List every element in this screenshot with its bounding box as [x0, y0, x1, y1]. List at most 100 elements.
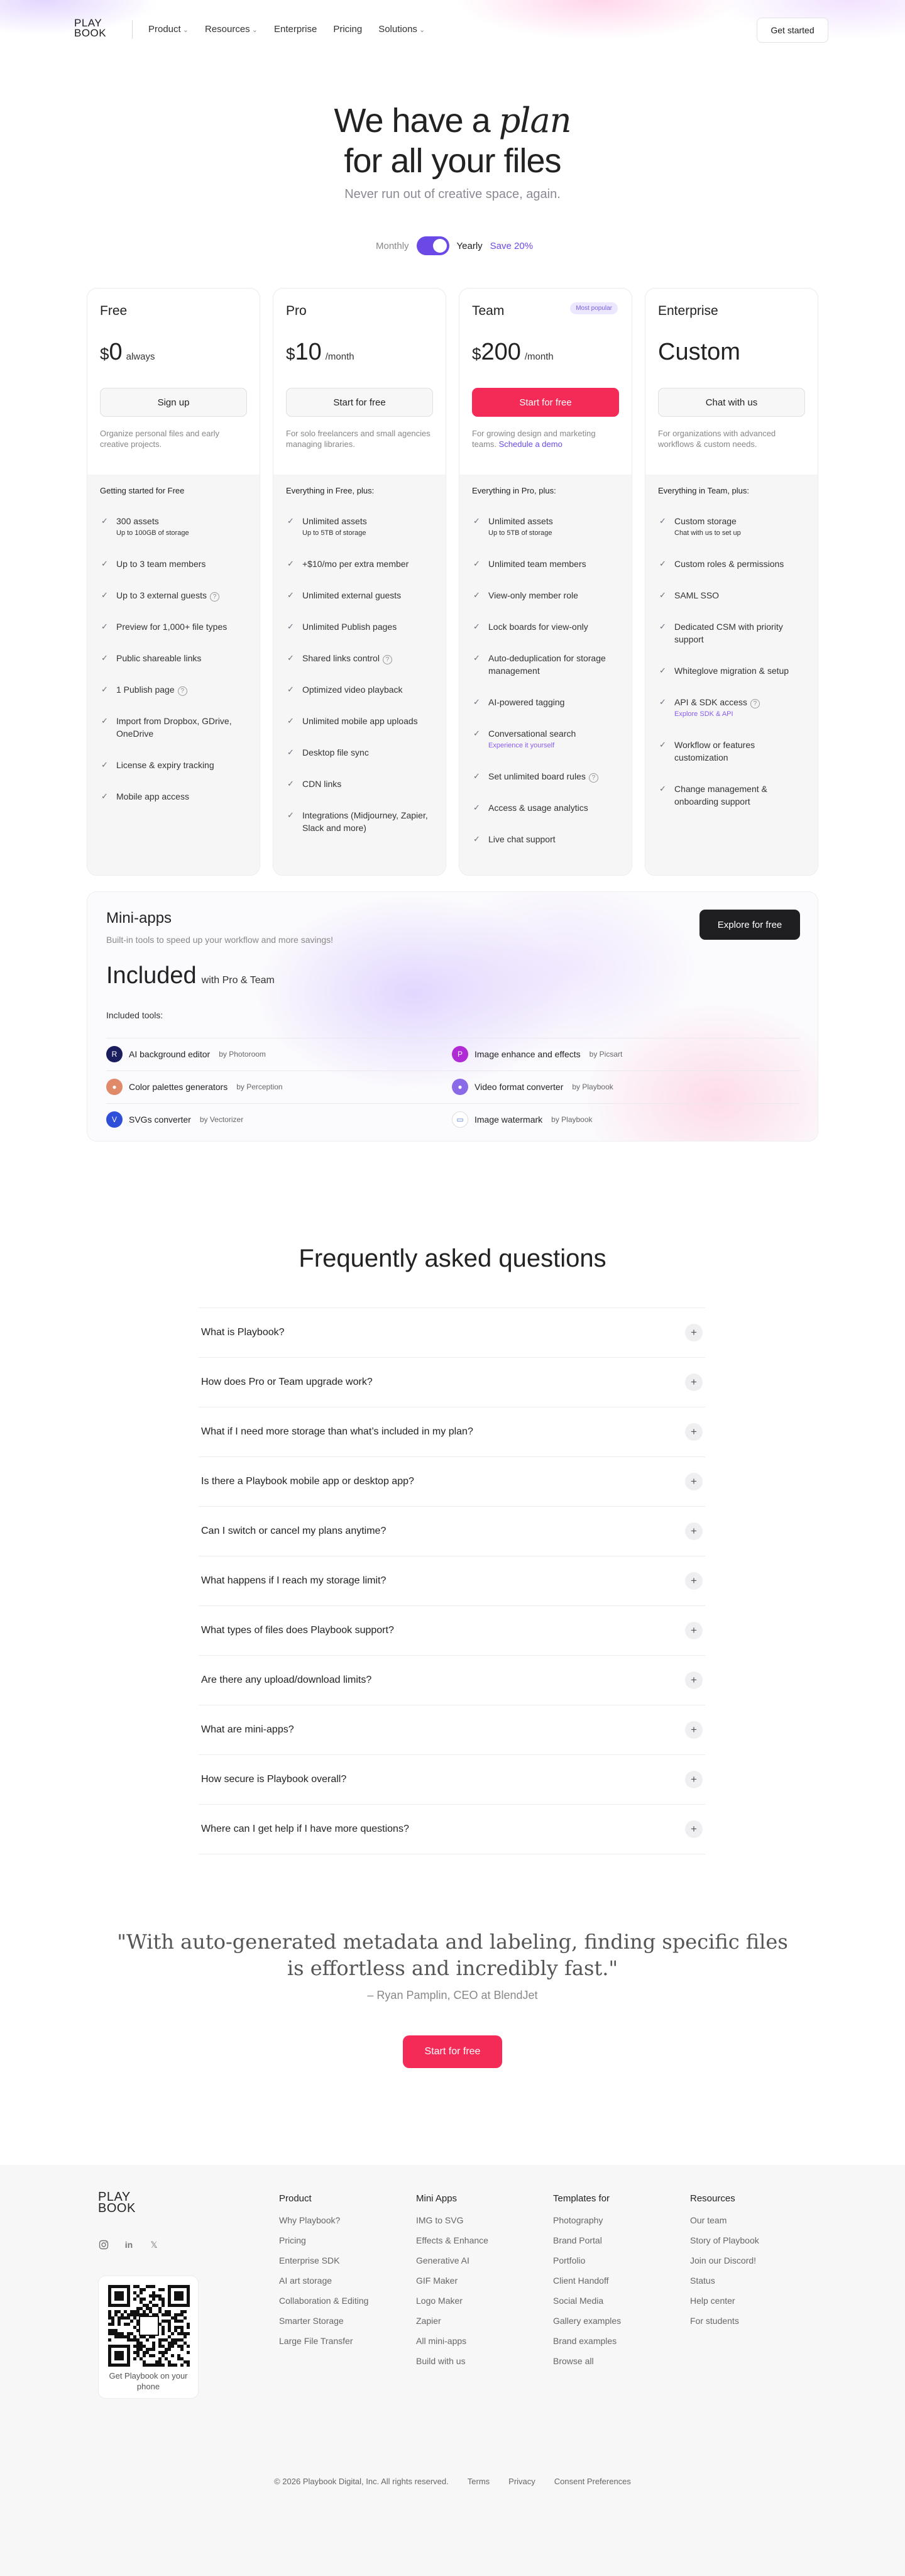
nav-enterprise[interactable]: Enterprise: [274, 24, 317, 35]
feature-text: Up to 3 external guests: [116, 590, 207, 600]
mini-apps-card: Mini-apps Built-in tools to speed up you…: [87, 891, 818, 1142]
feature-item: Unlimited team members: [472, 558, 620, 570]
faq-item[interactable]: What if I need more storage than what’s …: [199, 1407, 705, 1456]
footer-link[interactable]: Gallery examples: [553, 2316, 621, 2326]
plus-icon[interactable]: +: [685, 1721, 703, 1739]
sign-up-button[interactable]: Sign up: [100, 388, 247, 417]
faq-item[interactable]: What are mini-apps? +: [199, 1705, 705, 1754]
feature-text: Set unlimited board rules: [488, 771, 586, 781]
faq-item[interactable]: What happens if I reach my storage limit…: [199, 1556, 705, 1605]
info-icon[interactable]: ?: [177, 686, 187, 696]
feature-subtext: Up to 5TB of storage: [488, 529, 552, 537]
nav-product[interactable]: Product: [148, 24, 189, 35]
footer-link[interactable]: Help center: [690, 2296, 759, 2306]
plus-icon[interactable]: +: [685, 1622, 703, 1639]
get-started-button[interactable]: Get started: [757, 18, 828, 43]
footer-link[interactable]: Pricing: [279, 2235, 368, 2245]
plus-icon[interactable]: +: [685, 1473, 703, 1490]
tool-item[interactable]: ▭ Image watermark by Playbook: [452, 1111, 593, 1128]
plus-icon[interactable]: +: [685, 1771, 703, 1788]
tool-icon: V: [106, 1111, 123, 1128]
footer-column-title: Mini Apps: [416, 2193, 458, 2204]
footer-link[interactable]: Zapier: [416, 2316, 488, 2326]
plus-icon[interactable]: +: [685, 1423, 703, 1441]
legal-link[interactable]: Terms: [468, 2477, 490, 2486]
footer-link[interactable]: Brand examples: [553, 2336, 621, 2346]
faq-item[interactable]: How does Pro or Team upgrade work? +: [199, 1357, 705, 1407]
tool-item[interactable]: ● Video format converter by Playbook: [452, 1079, 613, 1095]
footer-link[interactable]: Effects & Enhance: [416, 2235, 488, 2245]
info-icon[interactable]: ?: [588, 773, 598, 783]
yearly-label[interactable]: Yearly: [457, 241, 483, 251]
footer-link[interactable]: Our team: [690, 2215, 759, 2225]
chat-with-us-button[interactable]: Chat with us: [658, 388, 805, 417]
footer-link[interactable]: GIF Maker: [416, 2276, 488, 2286]
faq-item[interactable]: Where can I get help if I have more ques…: [199, 1804, 705, 1854]
plus-icon[interactable]: +: [685, 1522, 703, 1540]
footer-link[interactable]: Status: [690, 2276, 759, 2286]
plus-icon[interactable]: +: [685, 1572, 703, 1590]
footer-link[interactable]: Generative AI: [416, 2255, 488, 2265]
tool-item[interactable]: R AI background editor by Photoroom: [106, 1046, 266, 1062]
footer-link[interactable]: For students: [690, 2316, 759, 2326]
faq-item[interactable]: Can I switch or cancel my plans anytime?…: [199, 1506, 705, 1556]
tool-item[interactable]: P Image enhance and effects by Picsart: [452, 1046, 622, 1062]
legal-link[interactable]: Privacy: [508, 2477, 535, 2486]
footer-link[interactable]: Client Handoff: [553, 2276, 621, 2286]
faq-item[interactable]: What is Playbook? +: [199, 1307, 705, 1357]
info-icon[interactable]: ?: [750, 699, 760, 708]
footer-link[interactable]: Browse all: [553, 2356, 621, 2366]
nav-solutions[interactable]: Solutions: [378, 24, 425, 35]
schedule-demo-link[interactable]: Schedule a demo: [499, 439, 562, 449]
footer-link[interactable]: Collaboration & Editing: [279, 2296, 368, 2306]
monthly-label[interactable]: Monthly: [376, 241, 409, 251]
plus-icon[interactable]: +: [685, 1671, 703, 1689]
team-start-button[interactable]: Start for free: [472, 388, 619, 417]
footer-link[interactable]: Enterprise SDK: [279, 2255, 368, 2265]
footer-link[interactable]: AI art storage: [279, 2276, 368, 2286]
faq-item[interactable]: What types of files does Playbook suppor…: [199, 1605, 705, 1655]
pro-start-button[interactable]: Start for free: [286, 388, 433, 417]
footer-link[interactable]: IMG to SVG: [416, 2215, 488, 2225]
instagram-icon[interactable]: [98, 2239, 109, 2250]
plus-icon[interactable]: +: [685, 1324, 703, 1341]
info-icon[interactable]: ?: [209, 592, 219, 602]
footer-link[interactable]: Join our Discord!: [690, 2255, 759, 2265]
faq-item[interactable]: How secure is Playbook overall? +: [199, 1754, 705, 1804]
plus-icon[interactable]: +: [685, 1820, 703, 1838]
footer-link[interactable]: Photography: [553, 2215, 621, 2225]
feature-subtext[interactable]: Explore SDK & API: [674, 708, 806, 720]
faq-item[interactable]: Is there a Playbook mobile app or deskto…: [199, 1456, 705, 1506]
faq-item[interactable]: Are there any upload/download limits? +: [199, 1655, 705, 1705]
nav-resources[interactable]: Resources: [205, 24, 258, 35]
footer-link[interactable]: Build with us: [416, 2356, 488, 2366]
playbook-logo[interactable]: PLAY BOOK: [74, 18, 106, 38]
footer-link[interactable]: Smarter Storage: [279, 2316, 368, 2326]
tool-item[interactable]: V SVGs converter by Vectorizer: [106, 1111, 243, 1128]
footer-link[interactable]: Large File Transfer: [279, 2336, 368, 2346]
tool-item[interactable]: ● Color palettes generators by Perception: [106, 1079, 283, 1095]
explore-for-free-button[interactable]: Explore for free: [699, 910, 800, 940]
footer-link[interactable]: Portfolio: [553, 2255, 621, 2265]
plus-icon[interactable]: +: [685, 1373, 703, 1391]
feature-text: Conversational search: [488, 729, 576, 739]
footer-link[interactable]: Why Playbook?: [279, 2215, 368, 2225]
hero: We have a plan for all your files Never r…: [0, 101, 905, 202]
feature-item: Preview for 1,000+ file types: [100, 620, 248, 633]
info-icon[interactable]: ?: [382, 655, 392, 664]
footer-logo[interactable]: PLAY BOOK: [98, 2191, 136, 2215]
footer-link[interactable]: All mini-apps: [416, 2336, 488, 2346]
footer-link[interactable]: Logo Maker: [416, 2296, 488, 2306]
footer-link[interactable]: Social Media: [553, 2296, 621, 2306]
start-for-free-button[interactable]: Start for free: [403, 2035, 502, 2068]
x-icon[interactable]: 𝕏: [148, 2239, 160, 2250]
billing-toggle[interactable]: [416, 236, 449, 255]
footer-link[interactable]: Brand Portal: [553, 2235, 621, 2245]
nav-pricing[interactable]: Pricing: [333, 24, 362, 35]
feature-item: License & expiry tracking: [100, 759, 248, 771]
linkedin-icon[interactable]: in: [123, 2239, 134, 2250]
testimonial: "With auto-generated metadata and labeli…: [0, 1929, 905, 2002]
footer-link[interactable]: Story of Playbook: [690, 2235, 759, 2245]
legal-link[interactable]: Consent Preferences: [554, 2477, 631, 2486]
feature-subtext[interactable]: Experience it yourself: [488, 740, 620, 751]
